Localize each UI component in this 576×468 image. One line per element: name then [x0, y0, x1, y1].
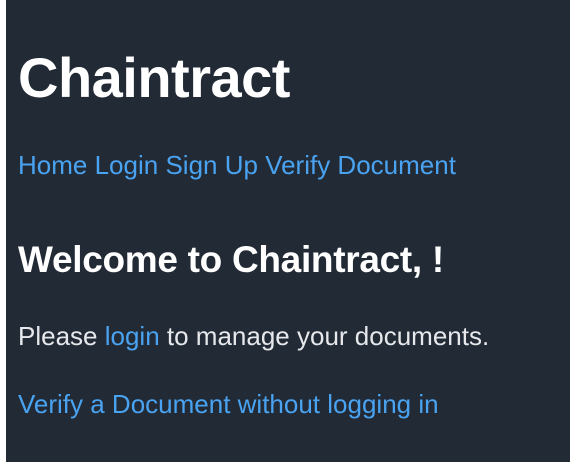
- prompt-text-before: Please: [18, 321, 105, 351]
- login-prompt: Please login to manage your documents.: [18, 323, 489, 349]
- app-title: Chaintract: [18, 46, 290, 109]
- verify-without-login-link[interactable]: Verify a Document without logging in: [18, 391, 439, 417]
- app-window: Chaintract Home Login Sign Up Verify Doc…: [6, 0, 570, 462]
- nav-signup-link[interactable]: Sign Up: [165, 150, 258, 180]
- prompt-login-link[interactable]: login: [105, 321, 160, 351]
- nav-home-link[interactable]: Home: [18, 150, 87, 180]
- nav-login-link[interactable]: Login: [95, 150, 159, 180]
- main-nav: Home Login Sign Up Verify Document: [18, 152, 456, 178]
- nav-verify-document-link[interactable]: Verify Document: [265, 150, 456, 180]
- welcome-heading: Welcome to Chaintract, !: [18, 239, 444, 280]
- prompt-text-after: to manage your documents.: [159, 321, 490, 351]
